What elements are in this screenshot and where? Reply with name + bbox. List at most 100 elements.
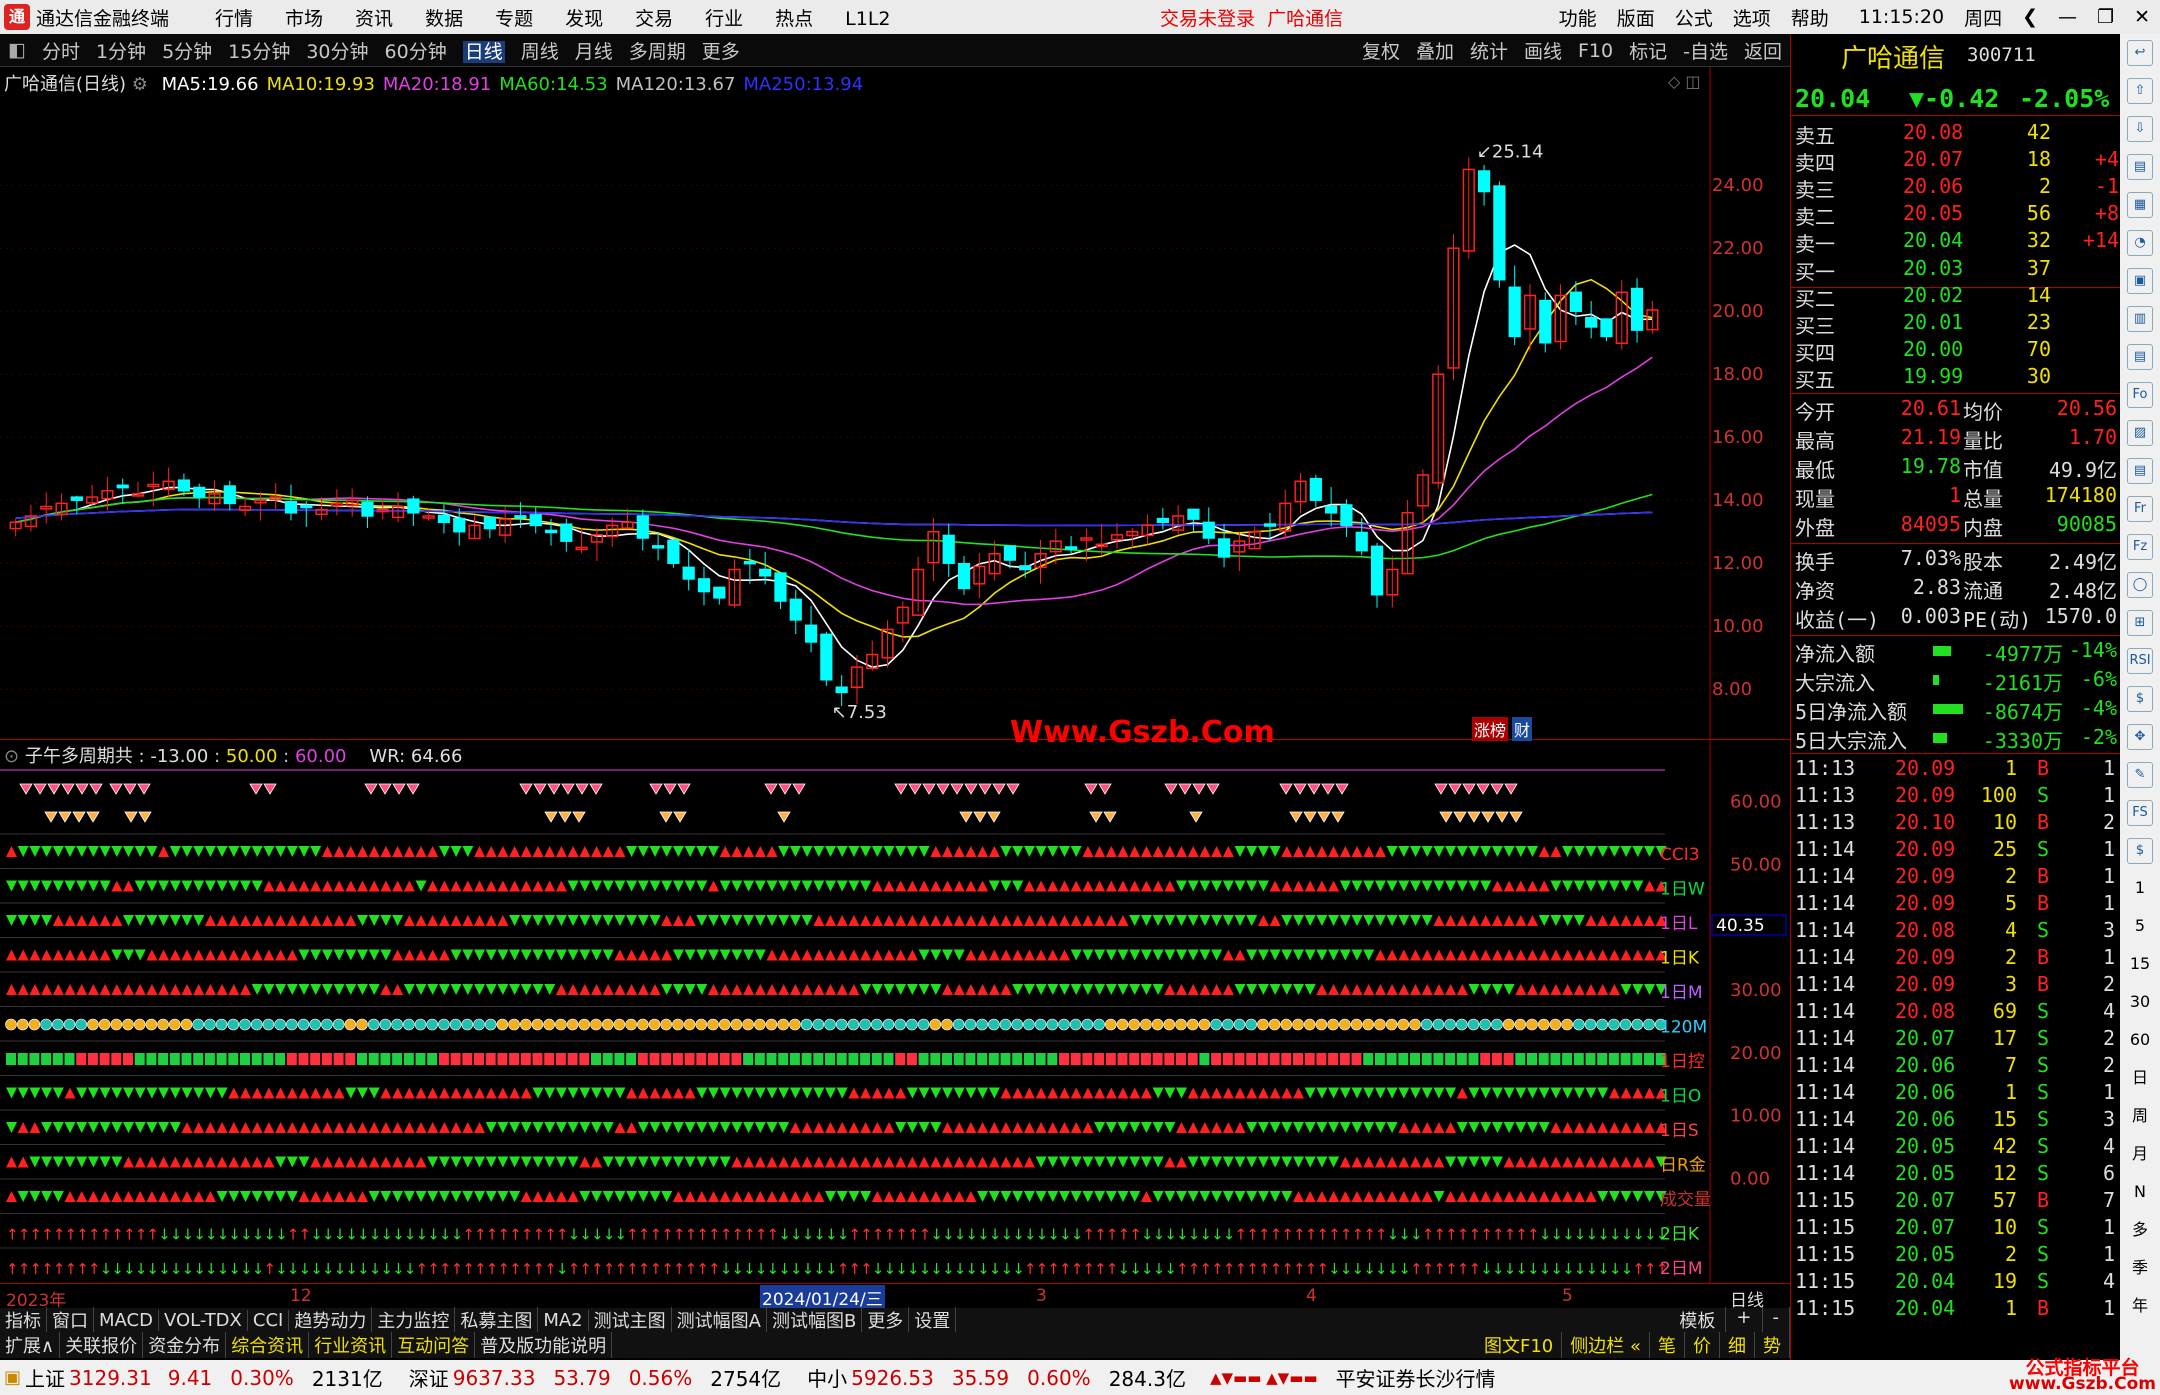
side-tool-icon-15[interactable]: ⊞: [2127, 610, 2153, 636]
cycle-label-7[interactable]: 月: [2127, 1142, 2153, 1168]
menu-8[interactable]: 热点: [775, 8, 813, 30]
indicator-tab-7[interactable]: 私募主图: [455, 1307, 539, 1333]
right-menu-2[interactable]: 公式: [1675, 4, 1713, 31]
info-tab-6[interactable]: 普及版功能说明: [475, 1332, 613, 1358]
tick-row-19[interactable]: 11:15 20.04 19 S 4: [1791, 1269, 2121, 1296]
tick-row-18[interactable]: 11:15 20.05 2 S 1: [1791, 1242, 2121, 1269]
side-tool-icon-2[interactable]: ⇩: [2127, 116, 2153, 142]
minimize-icon[interactable]: —: [2058, 6, 2077, 28]
indicator-tab-8[interactable]: MA2: [538, 1309, 589, 1331]
indicator-tab-1[interactable]: 窗口: [47, 1307, 94, 1333]
limit-up-badge[interactable]: 涨榜: [1472, 717, 1509, 741]
menu-9[interactable]: L1L2: [845, 8, 890, 30]
back-icon[interactable]: ❮: [2022, 6, 2038, 28]
collapse-icon[interactable]: ⊙: [4, 746, 19, 767]
template-ctrl-1[interactable]: +: [1726, 1307, 1763, 1333]
template-ctrl-2[interactable]: -: [1763, 1307, 1790, 1333]
side-tool-icon-16[interactable]: RSI: [2127, 648, 2153, 674]
side-tool-icon-18[interactable]: ✥: [2127, 724, 2153, 750]
side-tool-icon-4[interactable]: ▦: [2127, 192, 2153, 218]
side-tool-icon-7[interactable]: ▥: [2127, 306, 2153, 332]
cycle-label-0[interactable]: 1: [2127, 876, 2153, 902]
tick-row-10[interactable]: 11:14 20.07 17 S 2: [1791, 1026, 2121, 1053]
indicator-tab-5[interactable]: 趋势动力: [289, 1307, 373, 1333]
tool-3[interactable]: 画线: [1524, 37, 1562, 64]
tick-row-13[interactable]: 11:14 20.06 15 S 3: [1791, 1107, 2121, 1134]
cycle-label-9[interactable]: 多: [2127, 1218, 2153, 1244]
main-kline-chart[interactable]: 8.00 10.00 12.00 14.00 16.00 18.00 20.00 22.00 2…: [0, 67, 1790, 750]
side-tool-icon-3[interactable]: ▤: [2127, 154, 2153, 180]
info-tab-2[interactable]: 资金分布: [143, 1332, 227, 1358]
period-tab-9[interactable]: 多周期: [629, 41, 686, 63]
info-tab-4[interactable]: 行业资讯: [309, 1332, 393, 1358]
info-tab-5[interactable]: 互动问答: [392, 1332, 476, 1358]
tick-row-11[interactable]: 11:14 20.06 7 S 2: [1791, 1053, 2121, 1080]
period-tab-7[interactable]: 周线: [521, 41, 559, 63]
tick-row-7[interactable]: 11:14 20.09 2 B 1: [1791, 945, 2121, 972]
signal-chart[interactable]: 0.0010.0020.0030.0040.0050.0060.0040.35C…: [0, 740, 1790, 1284]
side-tool-icon-9[interactable]: Fo: [2127, 382, 2153, 408]
side-tool-icon-0[interactable]: ↩: [2127, 40, 2153, 66]
info-ctrl-5[interactable]: 势: [1755, 1332, 1790, 1358]
menu-1[interactable]: 市场: [285, 8, 323, 30]
info-tab-1[interactable]: 关联报价: [60, 1332, 144, 1358]
info-tab-3[interactable]: 综合资讯: [226, 1332, 310, 1358]
period-tab-5[interactable]: 60分钟: [385, 41, 447, 63]
tick-row-2[interactable]: 11:13 20.10 10 B 2: [1791, 810, 2121, 837]
period-tab-6[interactable]: 日线: [462, 40, 505, 63]
info-ctrl-0[interactable]: 图文F10: [1476, 1332, 1563, 1358]
side-tool-icon-20[interactable]: FS: [2127, 800, 2153, 826]
info-ctrl-4[interactable]: 细: [1720, 1332, 1755, 1358]
side-tool-icon-10[interactable]: ▨: [2127, 420, 2153, 446]
cycle-label-11[interactable]: 年: [2127, 1294, 2153, 1320]
info-ctrl-3[interactable]: 价: [1685, 1332, 1720, 1358]
menu-7[interactable]: 行业: [705, 8, 743, 30]
right-menu-1[interactable]: 版面: [1617, 4, 1655, 31]
finance-badge[interactable]: 财: [1512, 717, 1533, 741]
cycle-label-2[interactable]: 15: [2127, 952, 2153, 978]
menu-5[interactable]: 发现: [565, 8, 603, 30]
tick-row-3[interactable]: 11:14 20.09 25 S 1: [1791, 837, 2121, 864]
cycle-label-10[interactable]: 季: [2127, 1256, 2153, 1282]
template-ctrl-0[interactable]: 模板: [1669, 1307, 1727, 1333]
indicator-tab-12[interactable]: 更多: [862, 1307, 910, 1333]
settings-icon[interactable]: ⚙: [132, 74, 148, 95]
indicator-tab-4[interactable]: CCI: [248, 1309, 290, 1331]
indicator-tab-10[interactable]: 测试幅图A: [672, 1307, 767, 1333]
period-tab-3[interactable]: 15分钟: [228, 41, 290, 63]
side-tool-icon-11[interactable]: ▤: [2127, 458, 2153, 484]
period-tab-2[interactable]: 5分钟: [162, 41, 212, 63]
side-tool-icon-12[interactable]: Fr: [2127, 496, 2153, 522]
login-status[interactable]: 交易未登录 广哈通信: [1160, 4, 1343, 31]
period-tab-4[interactable]: 30分钟: [306, 41, 368, 63]
close-icon[interactable]: ✕: [2134, 6, 2150, 28]
restore-icon[interactable]: ❐: [2097, 6, 2114, 28]
tick-row-16[interactable]: 11:15 20.07 57 B 7: [1791, 1188, 2121, 1215]
side-tool-icon-14[interactable]: ◯: [2127, 572, 2153, 598]
indicator-tab-11[interactable]: 测试幅图B: [767, 1307, 863, 1333]
right-menu-0[interactable]: 功能: [1559, 4, 1597, 31]
side-tool-icon-19[interactable]: ✎: [2127, 762, 2153, 788]
menu-2[interactable]: 资讯: [355, 8, 393, 30]
right-menu-3[interactable]: 选项: [1733, 4, 1771, 31]
tool-6[interactable]: -自选: [1683, 37, 1728, 64]
tick-row-5[interactable]: 11:14 20.09 5 B 1: [1791, 891, 2121, 918]
tool-0[interactable]: 复权: [1362, 37, 1400, 64]
info-ctrl-2[interactable]: 笔: [1650, 1332, 1685, 1358]
cycle-label-8[interactable]: N: [2127, 1180, 2153, 1206]
indicator-tab-13[interactable]: 设置: [909, 1307, 957, 1333]
kline-svg[interactable]: 8.0010.0012.0014.0016.0018.0020.0022.002…: [0, 67, 1790, 740]
signal-svg[interactable]: 0.0010.0020.0030.0040.0050.0060.0040.35C…: [0, 740, 1790, 1284]
tick-row-17[interactable]: 11:15 20.07 10 S 1: [1791, 1215, 2121, 1242]
period-tab-0[interactable]: 分时: [42, 41, 80, 63]
side-tool-icon-6[interactable]: ▣: [2127, 268, 2153, 294]
indicator-tab-6[interactable]: 主力监控: [372, 1307, 456, 1333]
indicator-tab-3[interactable]: VOL-TDX: [159, 1309, 248, 1331]
tick-row-8[interactable]: 11:14 20.09 3 B 2: [1791, 972, 2121, 999]
period-tab-1[interactable]: 1分钟: [96, 41, 146, 63]
tool-2[interactable]: 统计: [1470, 37, 1508, 64]
indicator-tab-9[interactable]: 测试主图: [589, 1307, 672, 1333]
tick-row-9[interactable]: 11:14 20.08 69 S 4: [1791, 999, 2121, 1026]
side-tool-icon-21[interactable]: $: [2127, 838, 2153, 864]
tool-5[interactable]: 标记: [1629, 37, 1667, 64]
